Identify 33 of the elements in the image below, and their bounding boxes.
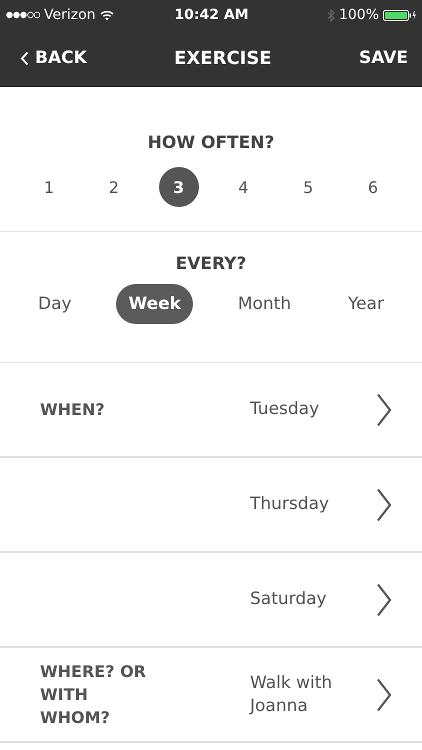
carrier-name: Verizon xyxy=(44,7,96,23)
signal-icon xyxy=(6,11,40,19)
period-option[interactable]: Month xyxy=(226,284,304,324)
period-option[interactable]: Week xyxy=(116,284,193,324)
row-label: WHERE? OR WITH WHOM? xyxy=(40,661,147,729)
section-title: EVERY? xyxy=(176,254,246,274)
period-option[interactable]: Year xyxy=(336,284,396,324)
number-option[interactable]: 5 xyxy=(288,167,328,207)
status-time: 10:42 AM xyxy=(174,7,249,23)
row-value[interactable]: Tuesday xyxy=(250,398,376,421)
bluetooth-icon xyxy=(326,8,335,22)
row-value[interactable]: Walk with Joanna xyxy=(250,672,376,718)
chevron-icon[interactable] xyxy=(376,582,392,616)
number-option[interactable]: 4 xyxy=(223,167,264,207)
chevron-icon xyxy=(20,50,29,66)
row-label: WHEN? xyxy=(40,399,106,421)
battery-percent: 100% xyxy=(338,7,379,23)
back-button[interactable]: BACK xyxy=(20,48,87,68)
wifi-icon xyxy=(100,10,114,20)
number-option[interactable]: 1 xyxy=(29,167,69,207)
screen-title: EXERCISE xyxy=(174,48,272,68)
section-title: HOW OFTEN? xyxy=(148,133,274,153)
number-option[interactable]: 6 xyxy=(352,167,393,207)
number-option[interactable]: 2 xyxy=(94,167,134,207)
chevron-icon[interactable] xyxy=(376,678,392,712)
number-option[interactable]: 3 xyxy=(158,167,199,207)
period-option[interactable]: Day xyxy=(26,284,84,324)
chevron-icon[interactable] xyxy=(376,488,392,522)
save-button[interactable]: SAVE xyxy=(358,48,408,68)
row-value[interactable]: Saturday xyxy=(250,588,376,611)
chevron-icon[interactable] xyxy=(376,392,392,426)
battery-icon xyxy=(383,10,417,20)
row-value[interactable]: Thursday xyxy=(250,493,376,516)
